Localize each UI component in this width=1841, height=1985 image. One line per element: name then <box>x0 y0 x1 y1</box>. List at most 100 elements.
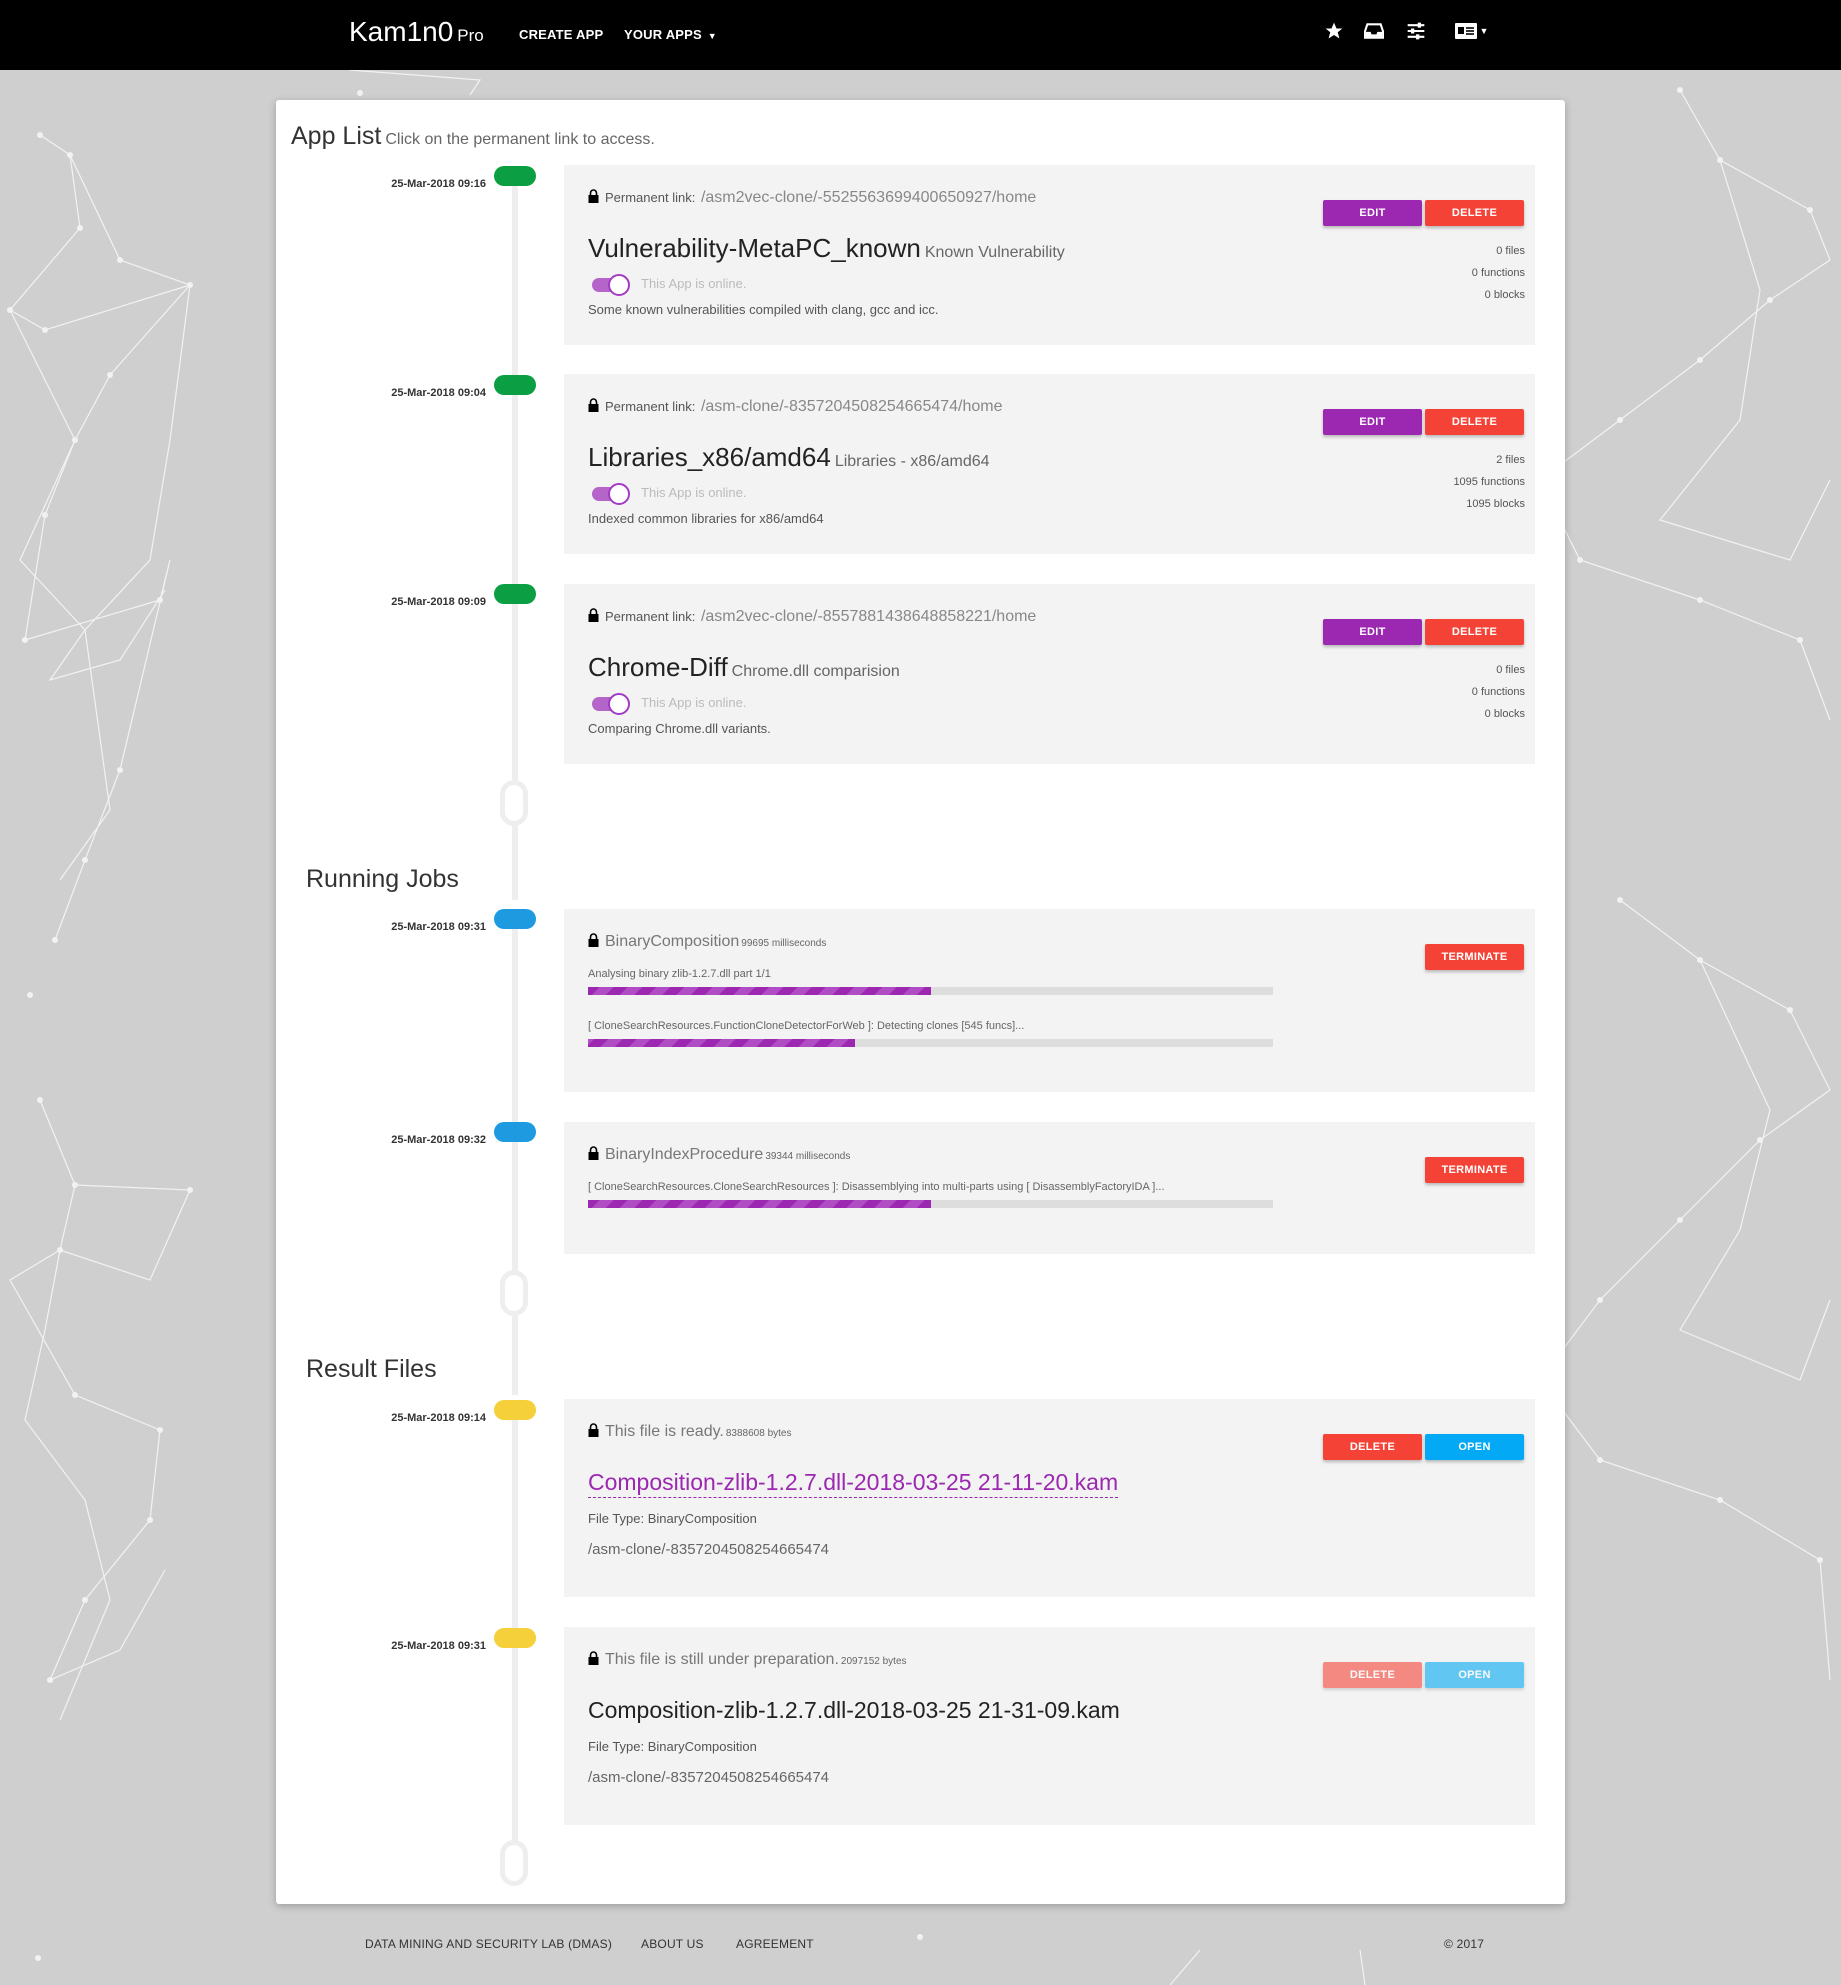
blocks-count: 0 blocks <box>1484 708 1525 720</box>
app-name: Libraries_x86/amd64 <box>588 442 831 472</box>
file-timeline-marker <box>494 1628 536 1648</box>
blocks-count: 0 blocks <box>1484 289 1525 301</box>
job-title: BinaryIndexProcedure 39344 milliseconds <box>588 1146 850 1164</box>
job-title: BinaryComposition 99695 milliseconds <box>588 933 826 951</box>
lock-icon <box>588 608 599 622</box>
files-count: 2 files <box>1496 454 1525 466</box>
app-status: This App is online. <box>641 695 747 710</box>
blocks-count: 1095 blocks <box>1466 498 1525 510</box>
delete-button[interactable]: DELETE <box>1323 1434 1422 1460</box>
delete-button[interactable]: DELETE <box>1425 409 1524 435</box>
app-timestamp: 25-Mar-2018 09:04 <box>391 387 486 399</box>
app-description: Indexed common libraries for x86/amd64 <box>588 511 824 526</box>
online-toggle[interactable] <box>592 693 630 715</box>
delete-button[interactable]: DELETE <box>1425 200 1524 226</box>
progress-fill <box>588 1039 856 1047</box>
job-name: BinaryComposition <box>605 933 740 950</box>
permanent-link-url[interactable]: /asm-clone/-8357204508254665474/home <box>701 398 1003 415</box>
file-card: This file is ready. 8388608 bytes DELETE … <box>564 1399 1535 1597</box>
permanent-link[interactable]: Permanent link: /asm2vec-clone/-85578814… <box>588 608 1036 626</box>
file-link[interactable]: Composition-zlib-1.2.7.dll-2018-03-25 21… <box>588 1469 1119 1498</box>
id-card-icon[interactable]: ▼ <box>1451 18 1491 44</box>
app-title: Libraries_x86/amd64 Libraries - x86/amd64 <box>588 442 990 473</box>
files-count: 0 files <box>1496 245 1525 257</box>
app-list-subtitle: Click on the permanent link to access. <box>385 131 655 148</box>
footer-lab-link[interactable]: DATA MINING AND SECURITY LAB (DMAS) <box>365 1937 612 1951</box>
caret-down-icon: ▼ <box>1479 26 1489 36</box>
footer-agreement-link[interactable]: AGREEMENT <box>736 1937 814 1951</box>
brand-logo[interactable]: Kam1n0 Pro <box>349 16 484 48</box>
lock-icon <box>588 398 599 412</box>
job-card: BinaryIndexProcedure 39344 milliseconds T… <box>564 1122 1535 1254</box>
terminate-button[interactable]: TERMINATE <box>1425 944 1524 970</box>
result-files-title: Result Files <box>306 1355 437 1383</box>
permanent-link-label: Permanent link: <box>605 399 696 414</box>
toggle-knob <box>608 274 630 296</box>
app-stats: 2 files 1095 functions 1095 blocks <box>1453 449 1525 515</box>
timeline-end <box>500 780 528 826</box>
job-timeline-marker <box>494 909 536 929</box>
app-name: Chrome-Diff <box>588 652 728 682</box>
nav-your-apps[interactable]: YOUR APPS ▼ <box>624 27 717 42</box>
file-card: This file is still under preparation. 209… <box>564 1627 1535 1825</box>
file-path: /asm-clone/-8357204508254665474 <box>588 1769 830 1786</box>
inbox-icon[interactable] <box>1361 18 1387 44</box>
functions-count: 0 functions <box>1471 267 1525 279</box>
lock-icon <box>588 1423 599 1437</box>
edit-button[interactable]: EDIT <box>1323 409 1422 435</box>
progress-label: Analysing binary zlib-1.2.7.dll part 1/1 <box>588 968 771 980</box>
caret-down-icon: ▼ <box>707 31 717 41</box>
lock-icon <box>588 1651 599 1665</box>
delete-button[interactable]: DELETE <box>1425 619 1524 645</box>
online-toggle[interactable] <box>592 274 630 296</box>
permanent-link[interactable]: Permanent link: /asm-clone/-835720450825… <box>588 398 1003 416</box>
file-path: /asm-clone/-8357204508254665474 <box>588 1541 830 1558</box>
app-list-title: App List <box>291 122 382 150</box>
app-title: Chrome-Diff Chrome.dll comparision <box>588 652 900 683</box>
functions-count: 0 functions <box>1471 686 1525 698</box>
lock-icon <box>588 1146 599 1160</box>
timeline-end <box>500 1270 528 1316</box>
footer-about-link[interactable]: ABOUT US <box>641 1937 704 1951</box>
footer-copyright: © 2017 <box>1444 1937 1485 1951</box>
lock-icon <box>588 933 599 947</box>
app-card: Permanent link: /asm-clone/-835720450825… <box>564 374 1535 554</box>
job-timeline-marker <box>494 1122 536 1142</box>
brand-suffix: Pro <box>457 26 484 45</box>
toggle-knob <box>608 693 630 715</box>
app-category: Libraries - x86/amd64 <box>834 453 990 470</box>
permanent-link[interactable]: Permanent link: /asm2vec-clone/-55255636… <box>588 189 1036 207</box>
nav-create-app[interactable]: CREATE APP <box>519 27 603 42</box>
app-name: Vulnerability-MetaPC_known <box>588 233 921 263</box>
open-button[interactable]: OPEN <box>1425 1434 1524 1460</box>
open-button[interactable]: OPEN <box>1425 1662 1524 1688</box>
progress-fill <box>588 1200 931 1208</box>
permanent-link-label: Permanent link: <box>605 609 696 624</box>
job-card: BinaryComposition 99695 milliseconds TERM… <box>564 909 1535 1092</box>
running-jobs-title: Running Jobs <box>306 865 459 893</box>
edit-button[interactable]: EDIT <box>1323 200 1422 226</box>
app-status: This App is online. <box>641 485 747 500</box>
brand-name: Kam1n0 <box>349 16 454 47</box>
toggle-knob <box>608 483 630 505</box>
file-status-text: This file is still under preparation. <box>605 1651 839 1668</box>
app-title: Vulnerability-MetaPC_known Known Vulnerab… <box>588 233 1065 264</box>
permanent-link-url[interactable]: /asm2vec-clone/-8557881438648858221/home <box>701 608 1036 625</box>
online-toggle[interactable] <box>592 483 630 505</box>
app-list-header: App List Click on the permanent link to a… <box>291 122 655 151</box>
app-card: Permanent link: /asm2vec-clone/-85578814… <box>564 584 1535 764</box>
timeline-line <box>512 1405 518 1845</box>
progress-fill <box>588 987 931 995</box>
app-stats: 0 files 0 functions 0 blocks <box>1472 240 1525 306</box>
edit-button[interactable]: EDIT <box>1323 619 1422 645</box>
job-duration: 99695 milliseconds <box>741 938 827 949</box>
top-navbar: Kam1n0 Pro CREATE APP YOUR APPS ▼ ▼ <box>0 0 1841 70</box>
permanent-link-url[interactable]: /asm2vec-clone/-5525563699400650927/home <box>701 189 1036 206</box>
job-timestamp: 25-Mar-2018 09:31 <box>391 921 486 933</box>
job-name: BinaryIndexProcedure <box>605 1146 764 1163</box>
terminate-button[interactable]: TERMINATE <box>1425 1157 1524 1183</box>
job-timestamp: 25-Mar-2018 09:32 <box>391 1134 486 1146</box>
delete-button[interactable]: DELETE <box>1323 1662 1422 1688</box>
star-icon[interactable] <box>1321 18 1347 44</box>
sliders-icon[interactable] <box>1403 18 1429 44</box>
